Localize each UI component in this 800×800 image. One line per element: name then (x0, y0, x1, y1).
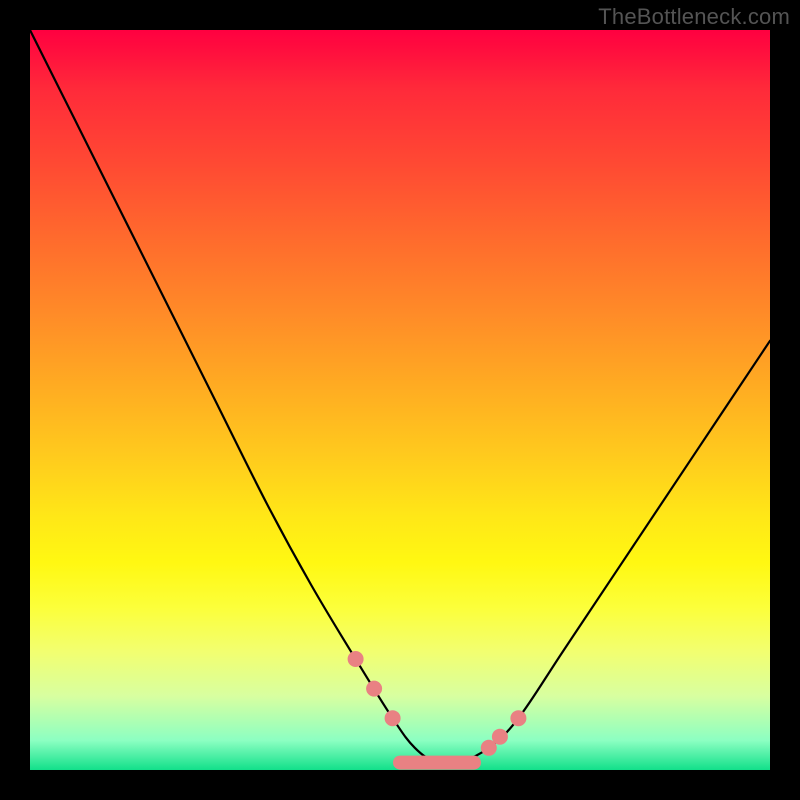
curve-marker-dots-right (481, 710, 527, 756)
curve-marker-dot (348, 651, 364, 667)
curve-marker-dots-left (348, 651, 401, 726)
curve-marker-dot (366, 681, 382, 697)
plot-area (30, 30, 770, 770)
curve-svg (30, 30, 770, 770)
curve-marker-dot (481, 740, 497, 756)
chart-frame: TheBottleneck.com (0, 0, 800, 800)
curve-marker-dot (492, 729, 508, 745)
curve-marker-dot (510, 710, 526, 726)
main-curve-path (30, 30, 770, 765)
curve-marker-dot (385, 710, 401, 726)
watermark-text: TheBottleneck.com (598, 4, 790, 30)
